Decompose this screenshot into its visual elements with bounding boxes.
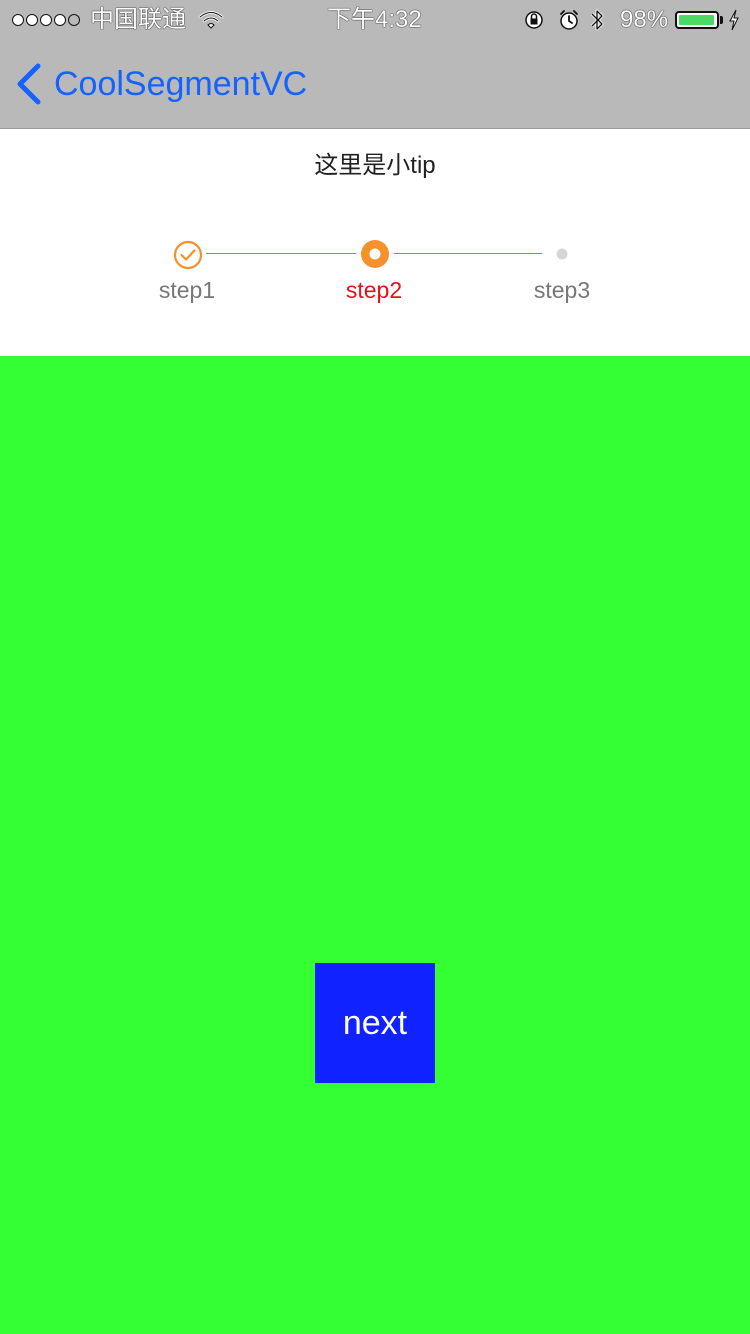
rotation-lock-icon xyxy=(525,11,543,29)
signal-strength-icon xyxy=(12,14,80,26)
step-label-2: step2 xyxy=(345,277,403,303)
step-connector-line xyxy=(206,253,356,254)
alarm-icon xyxy=(560,10,578,30)
battery-cap xyxy=(720,16,723,24)
status-bar: 中国联通 下午4:32 98% xyxy=(0,0,750,40)
signal-dot xyxy=(40,14,52,26)
battery-icon xyxy=(675,11,719,29)
carrier-name: 中国联通 xyxy=(90,6,186,33)
battery-percentage: 98% xyxy=(620,6,669,33)
chevron-left-icon xyxy=(17,63,41,105)
navigation-bar: CoolSegmentVC xyxy=(0,40,750,129)
screen: 中国联通 下午4:32 98% CoolSegmentVC 这里是小tip st… xyxy=(0,0,750,1334)
bluetooth-icon xyxy=(590,9,604,31)
back-button-label: CoolSegmentVC xyxy=(54,65,308,103)
step-completed-check-icon xyxy=(173,240,203,270)
step-pending-dot-icon xyxy=(556,248,568,260)
battery-level-fill xyxy=(679,15,715,25)
step-label-3: step3 xyxy=(533,277,591,303)
status-time: 下午4:32 xyxy=(327,6,422,33)
next-button[interactable]: next xyxy=(315,963,435,1083)
step-header: 这里是小tip step1 step2 step3 xyxy=(0,129,750,356)
wifi-icon xyxy=(198,11,224,29)
signal-dot xyxy=(26,14,38,26)
charging-bolt-icon xyxy=(729,9,739,31)
step-current-indicator-icon xyxy=(361,240,389,268)
step-content-area: next xyxy=(0,356,750,1334)
back-button[interactable]: CoolSegmentVC xyxy=(14,60,307,108)
signal-dot xyxy=(54,14,66,26)
step-label-1: step1 xyxy=(158,277,216,303)
signal-dot xyxy=(68,14,80,26)
step-connector-line xyxy=(394,253,542,254)
step-progress: step1 step2 step3 xyxy=(0,129,750,356)
signal-dot xyxy=(12,14,24,26)
